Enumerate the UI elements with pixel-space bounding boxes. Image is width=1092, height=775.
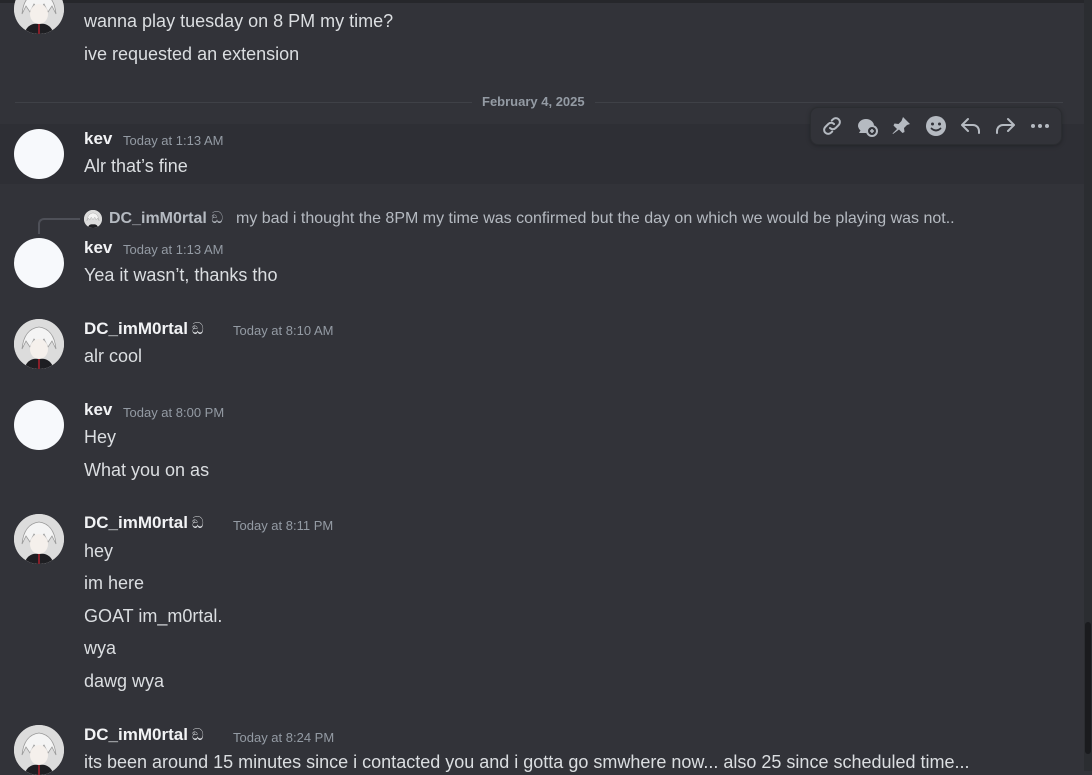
message-text: alr cool bbox=[84, 346, 143, 366]
avatar[interactable] bbox=[14, 514, 64, 564]
message-action-toolbar bbox=[810, 107, 1062, 145]
avatar[interactable] bbox=[14, 0, 64, 34]
avatar[interactable] bbox=[14, 319, 64, 369]
username-text: kev bbox=[84, 400, 113, 419]
reply-connector bbox=[38, 218, 80, 234]
forward-button[interactable] bbox=[990, 111, 1020, 141]
timestamp[interactable]: Today at 1:13 AM bbox=[123, 242, 223, 257]
message-text: dawg wya bbox=[84, 671, 165, 691]
avatar[interactable] bbox=[14, 400, 64, 450]
create-thread-button[interactable] bbox=[852, 111, 882, 141]
timestamp[interactable]: Today at 8:11 PM bbox=[233, 518, 333, 533]
username[interactable]: DC_imM0rtal ඞ bbox=[84, 319, 204, 339]
username-text: kev bbox=[84, 129, 113, 148]
top-border bbox=[0, 0, 1092, 3]
reply-button[interactable] bbox=[956, 111, 986, 141]
message-text: wya bbox=[84, 638, 117, 658]
username[interactable]: kev bbox=[84, 400, 112, 420]
username[interactable]: kev bbox=[84, 129, 112, 149]
emoji-icon bbox=[925, 116, 946, 136]
message-text: im here bbox=[84, 573, 145, 593]
message-text: Alr that’s fine bbox=[84, 156, 188, 176]
date-divider-label: February 4, 2025 bbox=[472, 94, 595, 109]
forward-icon bbox=[996, 118, 1016, 134]
anime-avatar-image bbox=[14, 725, 64, 775]
username[interactable]: kev bbox=[84, 238, 112, 258]
anime-avatar-image bbox=[14, 319, 64, 369]
anime-avatar-image bbox=[84, 210, 102, 228]
avatar[interactable] bbox=[14, 129, 64, 179]
reply-preview-text[interactable]: my bad i thought the 8PM my time was con… bbox=[236, 210, 955, 228]
link-icon bbox=[823, 117, 842, 135]
username-text: DC_imM0rtal bbox=[84, 319, 188, 338]
message-text: wanna play tuesday on 8 PM my time? bbox=[84, 11, 394, 31]
message-text: GOAT im_m0rtal. bbox=[84, 606, 223, 626]
anime-avatar-image bbox=[14, 514, 64, 564]
username[interactable]: DC_imM0rtal ඞ bbox=[84, 725, 204, 745]
message-text: ive requested an extension bbox=[84, 44, 300, 64]
message-text: What you on as bbox=[84, 460, 210, 480]
reply-username[interactable]: DC_imM0rtal ඞ bbox=[109, 210, 223, 228]
pin-icon bbox=[892, 117, 911, 134]
message-text: Hey bbox=[84, 427, 117, 447]
username-text: DC_imM0rtal bbox=[84, 513, 188, 532]
username-text: DC_imM0rtal bbox=[84, 725, 188, 744]
server-tag-icon: ඞ bbox=[191, 727, 204, 744]
server-tag-icon: ඞ bbox=[211, 210, 224, 227]
thread-icon bbox=[857, 119, 878, 137]
reply-avatar[interactable] bbox=[84, 210, 102, 228]
message-text: hey bbox=[84, 541, 114, 561]
message-text: its been around 15 minutes since i conta… bbox=[84, 752, 970, 772]
anime-avatar-image bbox=[14, 0, 64, 34]
server-tag-icon: ඞ bbox=[191, 515, 204, 532]
more-icon bbox=[1030, 124, 1049, 128]
timestamp[interactable]: Today at 8:10 AM bbox=[233, 323, 333, 338]
timestamp[interactable]: Today at 8:24 PM bbox=[233, 730, 334, 745]
avatar[interactable] bbox=[14, 238, 64, 288]
add-reaction-button[interactable] bbox=[921, 111, 951, 141]
avatar[interactable] bbox=[14, 725, 64, 775]
reply-username-text: DC_imM0rtal bbox=[109, 210, 207, 227]
timestamp[interactable]: Today at 1:13 AM bbox=[123, 133, 223, 148]
scrollbar-thumb[interactable] bbox=[1085, 622, 1091, 754]
timestamp[interactable]: Today at 8:00 PM bbox=[123, 405, 224, 420]
server-tag-icon: ඞ bbox=[191, 321, 204, 338]
pin-message-button[interactable] bbox=[886, 111, 916, 141]
username-text: kev bbox=[84, 238, 113, 257]
reply-icon bbox=[960, 118, 980, 134]
copy-link-button[interactable] bbox=[817, 111, 847, 141]
username[interactable]: DC_imM0rtal ඞ bbox=[84, 513, 204, 533]
message-text: Yea it wasn’t, thanks tho bbox=[84, 265, 278, 285]
more-options-button[interactable] bbox=[1025, 111, 1055, 141]
